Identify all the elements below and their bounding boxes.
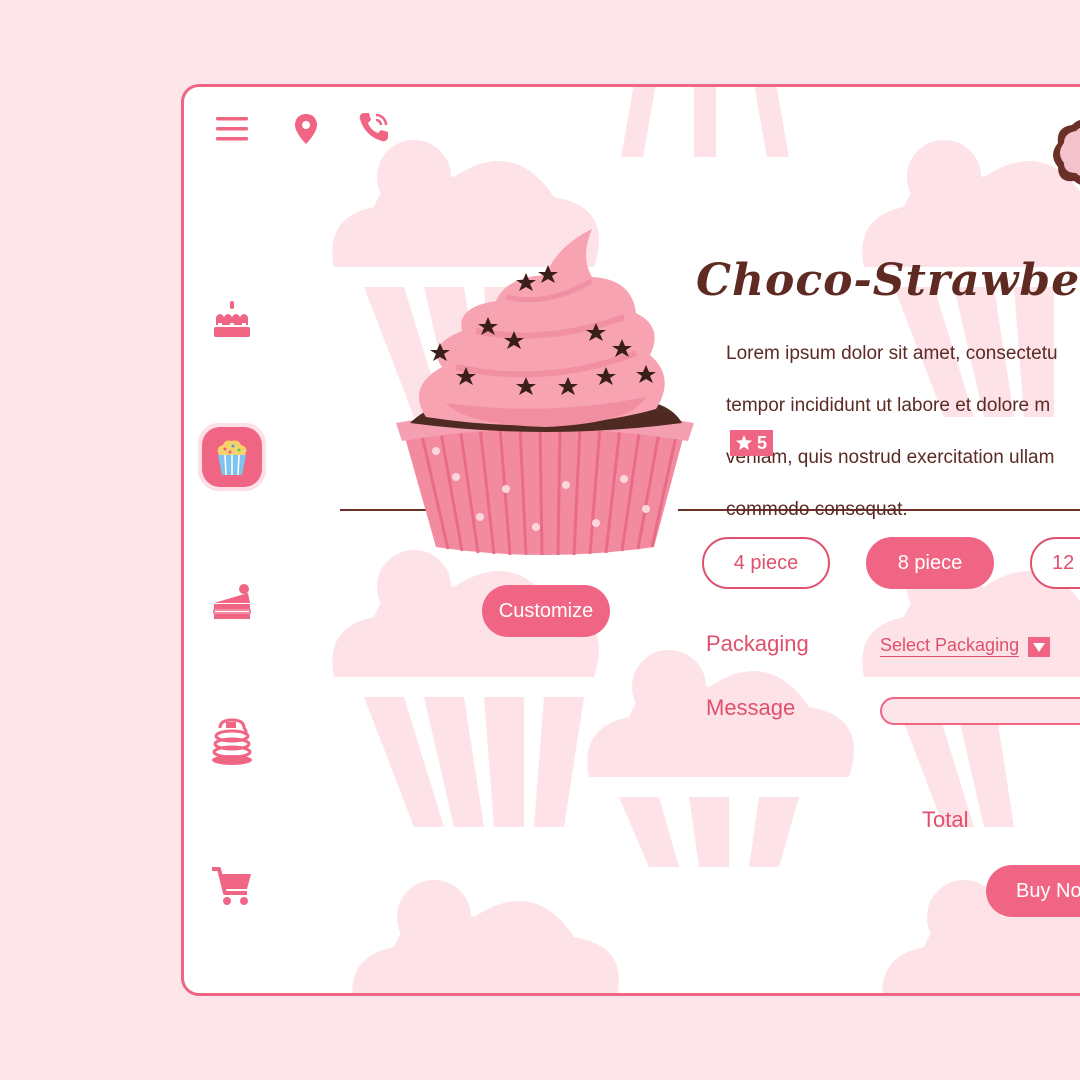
product-description: Lorem ipsum dolor sit amet, consectetu t… xyxy=(726,315,1080,549)
product-card: m B xyxy=(181,84,1080,996)
description-line: veniam, quis nostrud exercitation ullam xyxy=(726,447,1055,468)
cupcake-icon xyxy=(217,440,247,476)
sidebar-item-cake-slice[interactable] xyxy=(198,567,266,635)
description-line: commodo consequat. xyxy=(726,499,908,520)
size-option-12-piece[interactable]: 12 xyxy=(1030,537,1080,589)
sidebar-item-cake[interactable] xyxy=(198,285,266,353)
total-label: Total xyxy=(922,807,969,832)
rating-value: 5 xyxy=(757,432,768,453)
buy-now-button[interactable]: Buy No xyxy=(986,865,1080,917)
menu-icon[interactable] xyxy=(212,109,252,149)
brand-logo: m B xyxy=(1052,115,1080,191)
rating-badge: 5 xyxy=(730,430,774,456)
cake-slice-icon xyxy=(213,584,251,619)
cupcake-image xyxy=(396,229,694,556)
sidebar-item-pancakes[interactable] xyxy=(198,709,266,777)
cart-icon xyxy=(212,867,251,905)
pancakes-icon xyxy=(212,718,252,765)
product-title: Choco-Strawberr xyxy=(696,255,1080,306)
location-icon[interactable] xyxy=(286,109,326,149)
description-line: tempor incididunt ut labore et dolore m xyxy=(726,395,1051,416)
chevron-down-icon[interactable] xyxy=(1028,637,1050,657)
size-option-8-piece[interactable]: 8 piece xyxy=(866,537,994,589)
star-icon xyxy=(736,435,752,450)
packaging-select[interactable]: Select Packaging xyxy=(880,635,1020,657)
size-option-4-piece[interactable]: 4 piece xyxy=(702,537,830,589)
customize-button[interactable]: Customize xyxy=(482,585,610,637)
packaging-label: Packaging xyxy=(706,631,809,656)
sidebar-item-cupcake[interactable] xyxy=(198,423,266,491)
message-input[interactable] xyxy=(880,697,1080,725)
message-label: Message xyxy=(706,695,796,720)
sidebar-item-cart[interactable] xyxy=(198,853,266,921)
description-line: Lorem ipsum dolor sit amet, consectetu xyxy=(726,343,1058,364)
cake-icon xyxy=(214,301,250,337)
phone-icon[interactable] xyxy=(354,107,394,147)
